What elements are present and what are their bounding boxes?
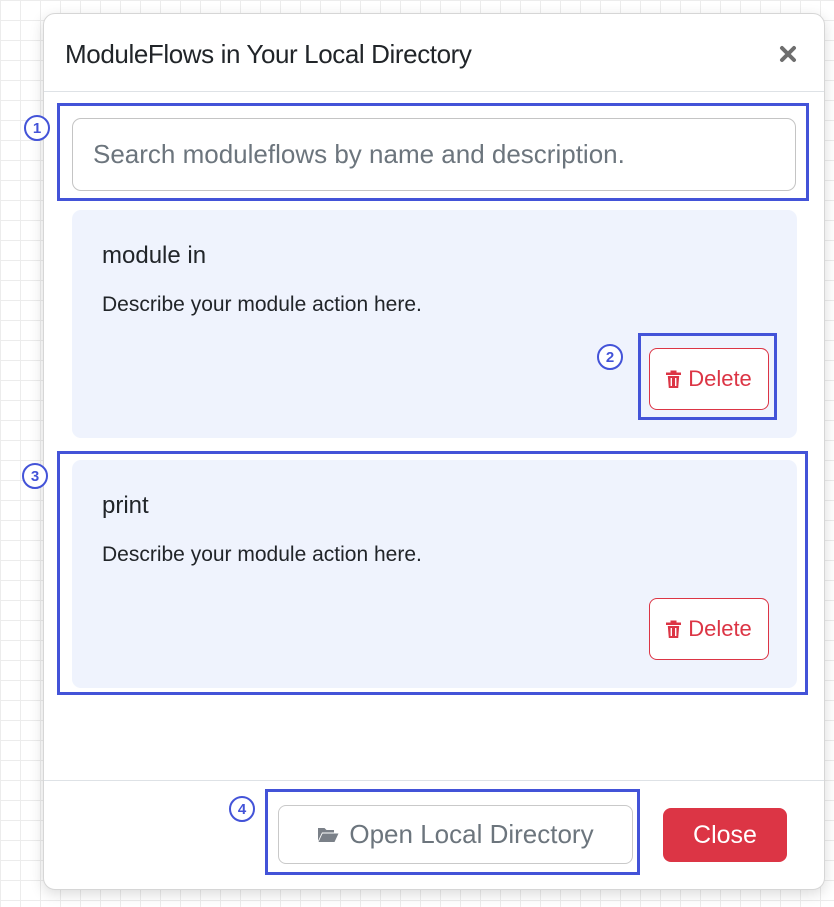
- annotation-marker-3: 3: [22, 463, 48, 489]
- delete-label: Delete: [688, 366, 752, 391]
- moduleflow-name: module in: [102, 242, 207, 269]
- annotation-marker-4: 4: [229, 796, 255, 822]
- dialog-title: ModuleFlows in Your Local Directory: [65, 39, 472, 69]
- moduleflow-card[interactable]: module in Describe your module action he…: [72, 210, 797, 438]
- delete-label: Delete: [688, 616, 752, 641]
- close-x-icon[interactable]: [774, 40, 802, 68]
- folder-open-icon: [318, 828, 339, 842]
- moduleflow-name: print: [102, 492, 149, 519]
- annotation-marker-1: 1: [24, 115, 50, 141]
- annotation-marker-2: 2: [597, 344, 623, 370]
- dialog-footer: Open Local Directory Close: [44, 780, 824, 889]
- dialog-header: ModuleFlows in Your Local Directory: [44, 14, 824, 92]
- moduleflow-description: Describe your module action here.: [102, 293, 422, 316]
- trash-icon: [666, 370, 682, 388]
- delete-button[interactable]: Delete: [649, 348, 769, 410]
- moduleflows-dialog: ModuleFlows in Your Local Directory modu…: [43, 13, 825, 890]
- search-input[interactable]: [72, 118, 796, 191]
- open-local-directory-label: Open Local Directory: [349, 819, 594, 849]
- moduleflow-card[interactable]: print Describe your module action here. …: [72, 460, 797, 688]
- trash-icon: [666, 620, 682, 638]
- close-button[interactable]: Close: [663, 808, 787, 862]
- moduleflow-description: Describe your module action here.: [102, 543, 422, 566]
- open-local-directory-button[interactable]: Open Local Directory: [278, 805, 633, 864]
- delete-button[interactable]: Delete: [649, 598, 769, 660]
